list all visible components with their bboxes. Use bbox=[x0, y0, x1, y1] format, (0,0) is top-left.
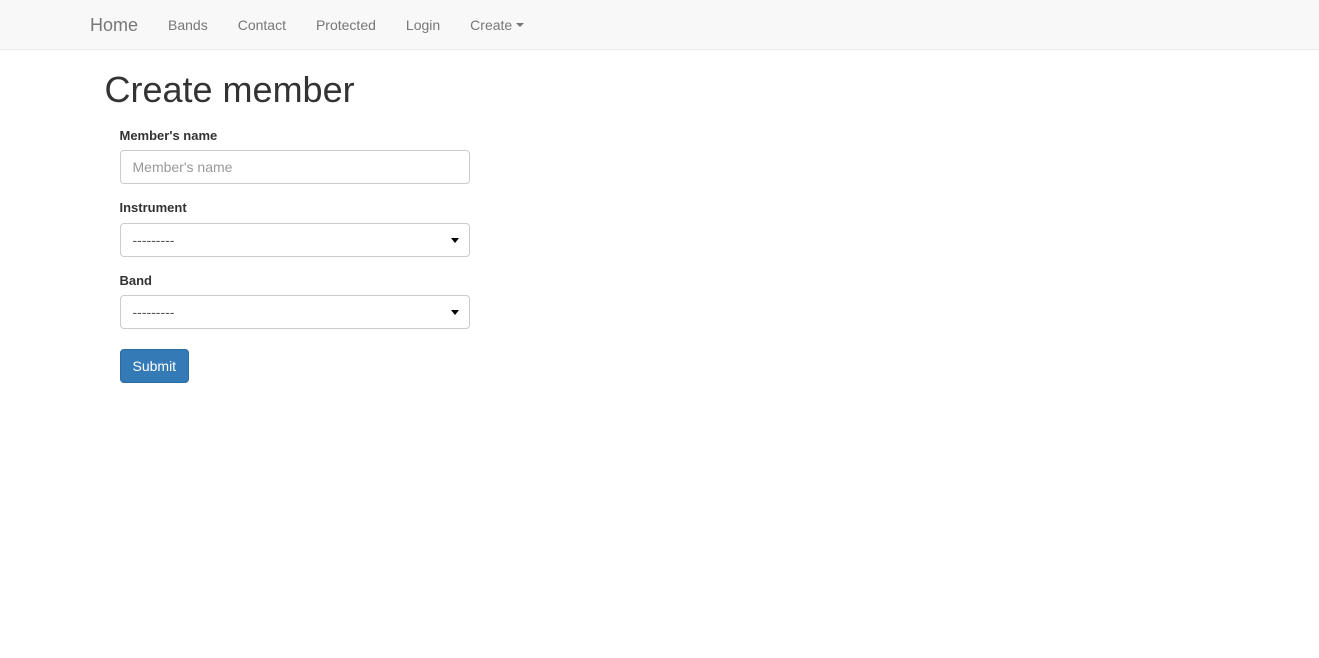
nav-item-bands[interactable]: Bands bbox=[153, 0, 223, 49]
chevron-down-icon bbox=[516, 22, 525, 27]
main-navbar: Home Bands Contact Protected Login Creat… bbox=[0, 0, 1319, 50]
nav-list-item-protected: Protected bbox=[301, 0, 391, 49]
navbar-brand-home[interactable]: Home bbox=[75, 0, 153, 49]
band-select[interactable]: --------- bbox=[119, 295, 470, 330]
nav-item-contact[interactable]: Contact bbox=[223, 0, 301, 49]
form-group-band: Band --------- bbox=[119, 272, 470, 330]
form-group-instrument: Instrument --------- bbox=[119, 199, 470, 257]
nav-list-item-contact: Contact bbox=[223, 0, 301, 49]
nav-list-item-create: Create bbox=[455, 0, 539, 49]
band-select-wrap: --------- bbox=[119, 295, 470, 330]
nav-item-login[interactable]: Login bbox=[391, 0, 455, 49]
page-container: Create member Member's name Instrument -… bbox=[90, 50, 1230, 384]
instrument-label: Instrument bbox=[119, 200, 187, 216]
nav-item-protected[interactable]: Protected bbox=[301, 0, 391, 49]
member-name-input[interactable] bbox=[119, 150, 470, 185]
submit-button[interactable]: Submit bbox=[119, 349, 190, 384]
nav-list-item-login: Login bbox=[391, 0, 455, 49]
nav-list-item-bands: Bands bbox=[153, 0, 223, 49]
page-title: Create member bbox=[104, 69, 355, 110]
band-label: Band bbox=[119, 272, 153, 288]
navbar-nav: Bands Contact Protected Login Create bbox=[153, 0, 539, 49]
nav-item-create-label: Create bbox=[470, 16, 513, 33]
instrument-select[interactable]: --------- bbox=[119, 222, 470, 257]
create-member-form: Member's name Instrument --------- Band … bbox=[105, 127, 1215, 384]
form-group-member-name: Member's name bbox=[119, 127, 470, 185]
member-name-label: Member's name bbox=[119, 127, 218, 143]
nav-item-create[interactable]: Create bbox=[455, 0, 539, 49]
navbar-inner: Home Bands Contact Protected Login Creat… bbox=[0, 0, 1319, 49]
instrument-select-wrap: --------- bbox=[119, 222, 470, 257]
